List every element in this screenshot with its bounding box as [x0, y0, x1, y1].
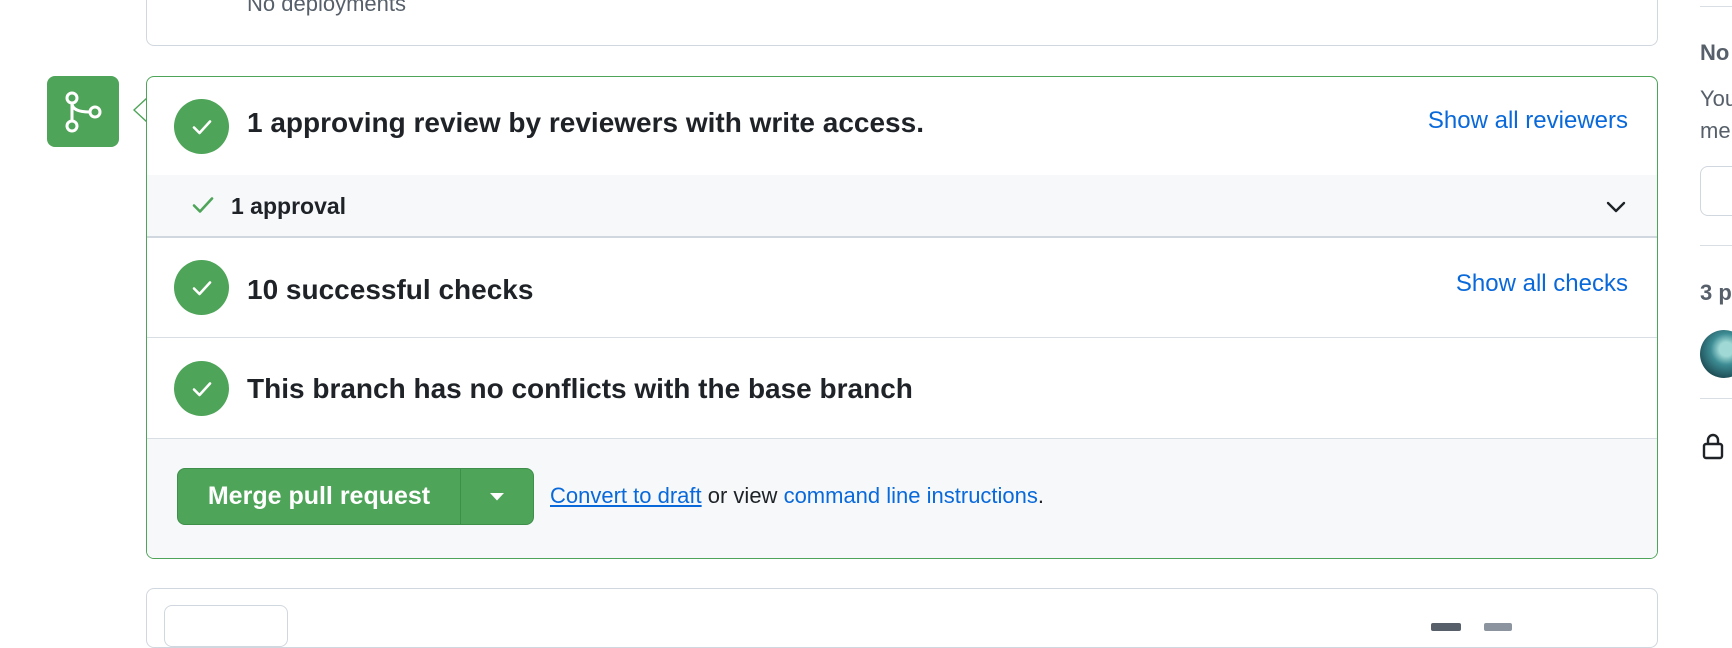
merge-pull-request-button[interactable]: Merge pull request [178, 469, 461, 524]
approval-label: 1 approval [231, 193, 347, 219]
participants-title: 3 p [1700, 280, 1732, 305]
show-all-checks-link[interactable]: Show all checks [1456, 270, 1628, 298]
notifications-title: No [1700, 40, 1730, 65]
merge-help-text: Convert to draft or view command line in… [550, 483, 1044, 509]
toolbar-icon[interactable] [1431, 623, 1461, 631]
sentence-period: . [1037, 483, 1045, 508]
approval-row[interactable]: 1 approval [147, 175, 1657, 238]
sidebar-divider [1700, 398, 1732, 399]
sidebar-divider [1700, 245, 1732, 246]
check-icon [191, 194, 215, 221]
chevron-down-icon[interactable] [1605, 196, 1627, 223]
checks-section: 10 successful checks Show all checks [147, 238, 1657, 338]
participant-avatar[interactable] [1700, 330, 1732, 378]
triangle-down-icon [490, 492, 504, 500]
convert-to-draft-link[interactable]: Convert to draft [550, 483, 702, 508]
notifications-text-line-1: You [1700, 86, 1732, 111]
checks-heading: 10 successful checks [247, 274, 534, 305]
or-view-text: or view [701, 483, 784, 508]
subscribe-button[interactable] [1700, 166, 1732, 216]
check-circle-icon [174, 361, 229, 416]
conflicts-section: This branch has no conflicts with the ba… [147, 338, 1657, 439]
check-circle-icon [174, 99, 229, 154]
conflicts-heading: This branch has no conflicts with the ba… [247, 373, 913, 404]
git-merge-icon [47, 76, 119, 147]
toolbar-icon[interactable] [1484, 623, 1512, 631]
command-line-instructions-link[interactable]: command line instructions [784, 483, 1038, 508]
right-sidebar: No You me 3 p [1686, 0, 1732, 626]
sidebar-divider [1700, 6, 1732, 7]
comment-tab-button[interactable] [164, 605, 288, 647]
show-all-reviewers-link[interactable]: Show all reviewers [1428, 107, 1628, 135]
deployments-box: No deployments [146, 0, 1658, 46]
merge-method-dropdown-button[interactable] [461, 469, 533, 524]
review-heading: 1 approving review by reviewers with wri… [247, 107, 924, 138]
lock-icon[interactable] [1702, 432, 1724, 465]
merge-box: 1 approving review by reviewers with wri… [146, 76, 1658, 559]
merge-button-group: Merge pull request [177, 468, 534, 525]
notifications-text-line-2: me [1700, 118, 1731, 143]
check-circle-icon [174, 260, 229, 315]
merge-actions: Merge pull request Convert to draft or v… [147, 439, 1657, 558]
deployments-status: No deployments [247, 0, 406, 16]
review-section: 1 approving review by reviewers with wri… [147, 77, 1657, 175]
comment-box [146, 588, 1658, 648]
